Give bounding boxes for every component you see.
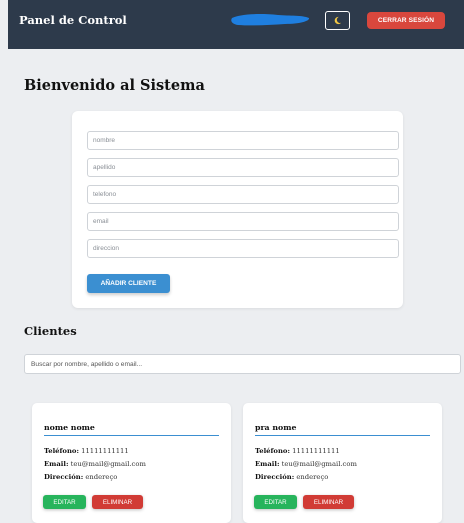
theme-toggle-button[interactable]	[325, 11, 350, 30]
client-address-line: Dirección: endereço	[255, 473, 328, 481]
page-title: Bienvenido al Sistema	[24, 77, 205, 94]
logout-button[interactable]: CERRAR SESIÓN	[367, 12, 445, 29]
apellido-field[interactable]	[87, 158, 399, 177]
client-email: teu@mail@gmail.com	[70, 460, 146, 468]
client-phone-line: Teléfono: 11111111111	[255, 447, 340, 455]
phone-label: Teléfono:	[44, 447, 79, 455]
client-email-line: Email: teu@mail@gmail.com	[255, 460, 357, 468]
nombre-field[interactable]	[87, 131, 399, 150]
client-email-line: Email: teu@mail@gmail.com	[44, 460, 146, 468]
email-label: Email:	[255, 460, 280, 468]
search-input[interactable]	[24, 354, 461, 374]
direccion-field[interactable]	[87, 239, 399, 258]
top-navbar: Panel de Control CERRAR SESIÓN	[8, 0, 464, 49]
edit-button[interactable]: EDITAR	[254, 495, 297, 509]
edit-button[interactable]: EDITAR	[43, 495, 86, 509]
phone-label: Teléfono:	[255, 447, 290, 455]
delete-button[interactable]: ELIMINAR	[92, 495, 143, 509]
client-card: pra nome Teléfono: 11111111111 Email: te…	[243, 403, 442, 523]
client-card: nome nome Teléfono: 11111111111 Email: t…	[32, 403, 231, 523]
telefono-field[interactable]	[87, 185, 399, 204]
client-name: pra nome	[255, 423, 430, 436]
client-phone: 11111111111	[81, 447, 129, 455]
client-form: AÑADIR CLIENTE	[72, 111, 403, 308]
client-email: teu@mail@gmail.com	[281, 460, 357, 468]
client-address: endereço	[296, 473, 329, 481]
address-label: Dirección:	[44, 473, 84, 481]
email-label: Email:	[44, 460, 69, 468]
redacted-username	[231, 14, 310, 26]
client-phone: 11111111111	[292, 447, 340, 455]
brand-title: Panel de Control	[19, 13, 127, 27]
email-field[interactable]	[87, 212, 399, 231]
client-phone-line: Teléfono: 11111111111	[44, 447, 129, 455]
add-client-button[interactable]: AÑADIR CLIENTE	[87, 274, 170, 293]
client-address: endereço	[85, 473, 118, 481]
client-name: nome nome	[44, 423, 219, 436]
delete-button[interactable]: ELIMINAR	[303, 495, 354, 509]
address-label: Dirección:	[255, 473, 295, 481]
client-address-line: Dirección: endereço	[44, 473, 117, 481]
clients-heading: Clientes	[24, 324, 77, 338]
moon-icon	[334, 16, 342, 25]
